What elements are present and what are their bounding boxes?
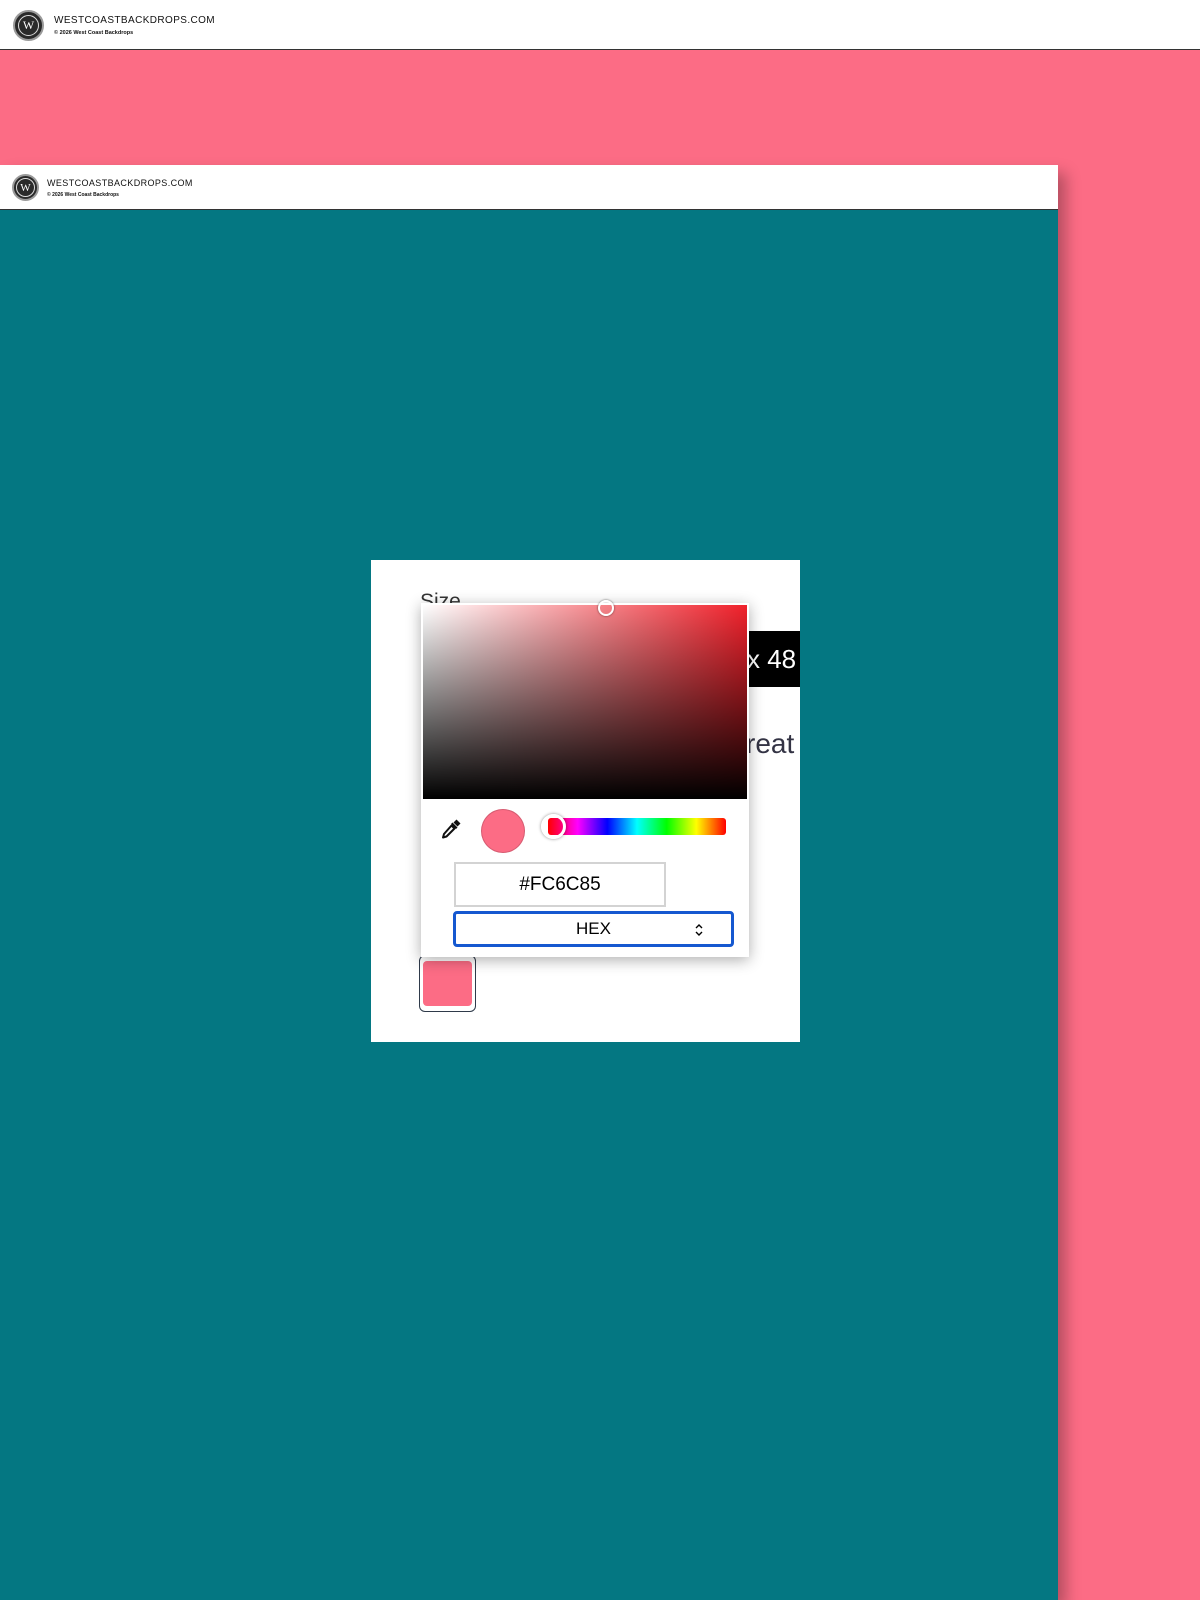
color-mode-select[interactable]: HEX [453, 911, 734, 947]
color-preview [481, 809, 525, 853]
eyedropper-icon[interactable] [437, 815, 465, 843]
preview-copyright-text: © 2026 West Coast Backdrops [47, 192, 119, 198]
size-option-selected[interactable]: x 48 i [741, 631, 800, 687]
copyright-text: © 2026 West Coast Backdrops [54, 30, 134, 36]
color-swatch-fill [423, 961, 472, 1006]
create-heading: reat [746, 728, 795, 759]
saturation-area[interactable] [423, 600, 747, 799]
hue-slider-thumb[interactable] [541, 814, 566, 839]
color-picker-popup: HEX [421, 600, 749, 957]
color-swatch-button[interactable] [419, 955, 476, 1012]
brand-name[interactable]: WESTCOASTBACKDROPS.COM [54, 15, 215, 26]
preview-brand-name: WESTCOASTBACKDROPS.COM [47, 178, 193, 188]
logo-letter: W [18, 15, 39, 36]
logo-badge[interactable]: W [13, 10, 44, 41]
chevron-up-down-icon [695, 924, 703, 936]
hue-slider[interactable] [541, 814, 726, 839]
preview-logo-letter: W [16, 178, 35, 197]
saturation-handle[interactable] [598, 600, 614, 616]
preview-logo-badge: W [12, 174, 39, 201]
preview-header: W WESTCOASTBACKDROPS.COM © 2026 West Coa… [0, 165, 1058, 210]
hex-input[interactable] [454, 862, 666, 907]
site-header: W WESTCOASTBACKDROPS.COM © 2026 West Coa… [0, 0, 1200, 50]
color-mode-label: HEX [576, 919, 611, 938]
